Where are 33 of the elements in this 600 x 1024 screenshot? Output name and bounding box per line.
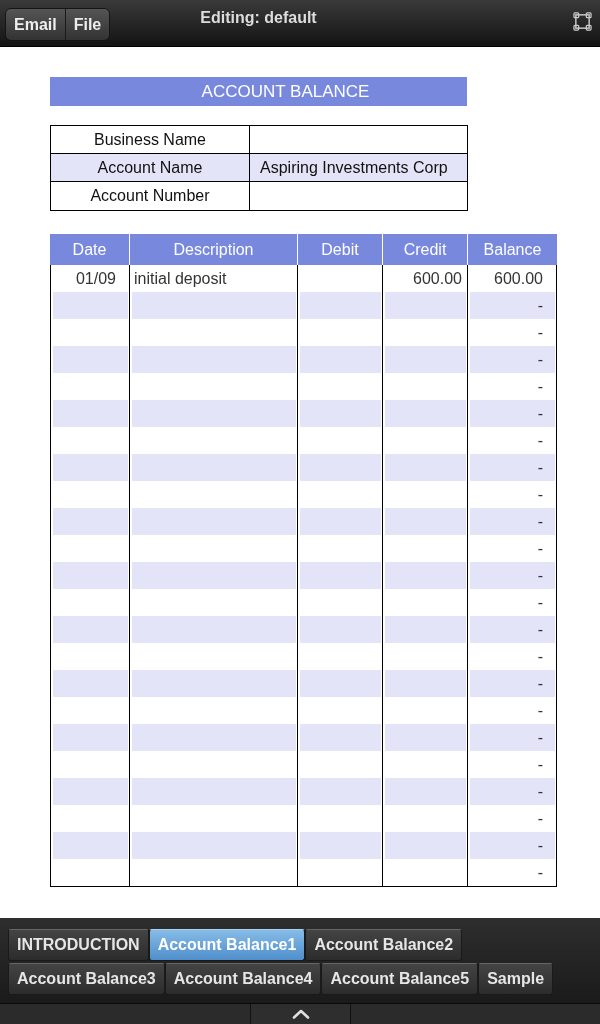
sheet-tab[interactable]: Account Balance3 [8, 963, 165, 995]
table-cell: Account Number [51, 182, 250, 210]
sheet-tab[interactable]: INTRODUCTION [8, 929, 149, 961]
table-cell: Account Name [51, 154, 250, 181]
sheet-tab[interactable]: Account Balance5 [321, 963, 479, 995]
column-header: Debit [298, 234, 383, 265]
table-cell: - [468, 562, 557, 589]
table-cell: Business Name [51, 126, 250, 153]
table-cell: - [468, 616, 557, 643]
sheet-tab[interactable]: Account Balance2 [305, 929, 463, 961]
sheet-title: ACCOUNT BALANCE [50, 77, 467, 106]
table-cell: - [468, 670, 557, 697]
table-cell: - [468, 778, 557, 805]
sheet-tab[interactable]: Sample [478, 963, 554, 995]
table-cell: - [468, 400, 557, 427]
chevron-up-icon [291, 1009, 310, 1019]
column-header: Date [50, 234, 130, 265]
table-cell: - [468, 832, 557, 859]
table-cell: - [468, 292, 557, 319]
table-cell: - [468, 346, 557, 373]
column-header: Balance [468, 234, 557, 265]
column-header: Description [130, 234, 298, 265]
table-cell-text: Aspiring Investments Corp [259, 157, 449, 178]
editing-title: Editing: default [200, 8, 317, 28]
menu-button[interactable]: Email [6, 9, 65, 40]
column-header: Credit [383, 234, 468, 265]
menu-button[interactable]: File [64, 9, 110, 40]
table-cell: - [468, 724, 557, 751]
pull-up-handle[interactable] [250, 1004, 351, 1024]
square-frame-icon[interactable] [573, 12, 592, 31]
table-cell: - [468, 508, 557, 535]
table-cell: - [468, 454, 557, 481]
sheet-tab[interactable]: Account Balance4 [164, 963, 322, 995]
